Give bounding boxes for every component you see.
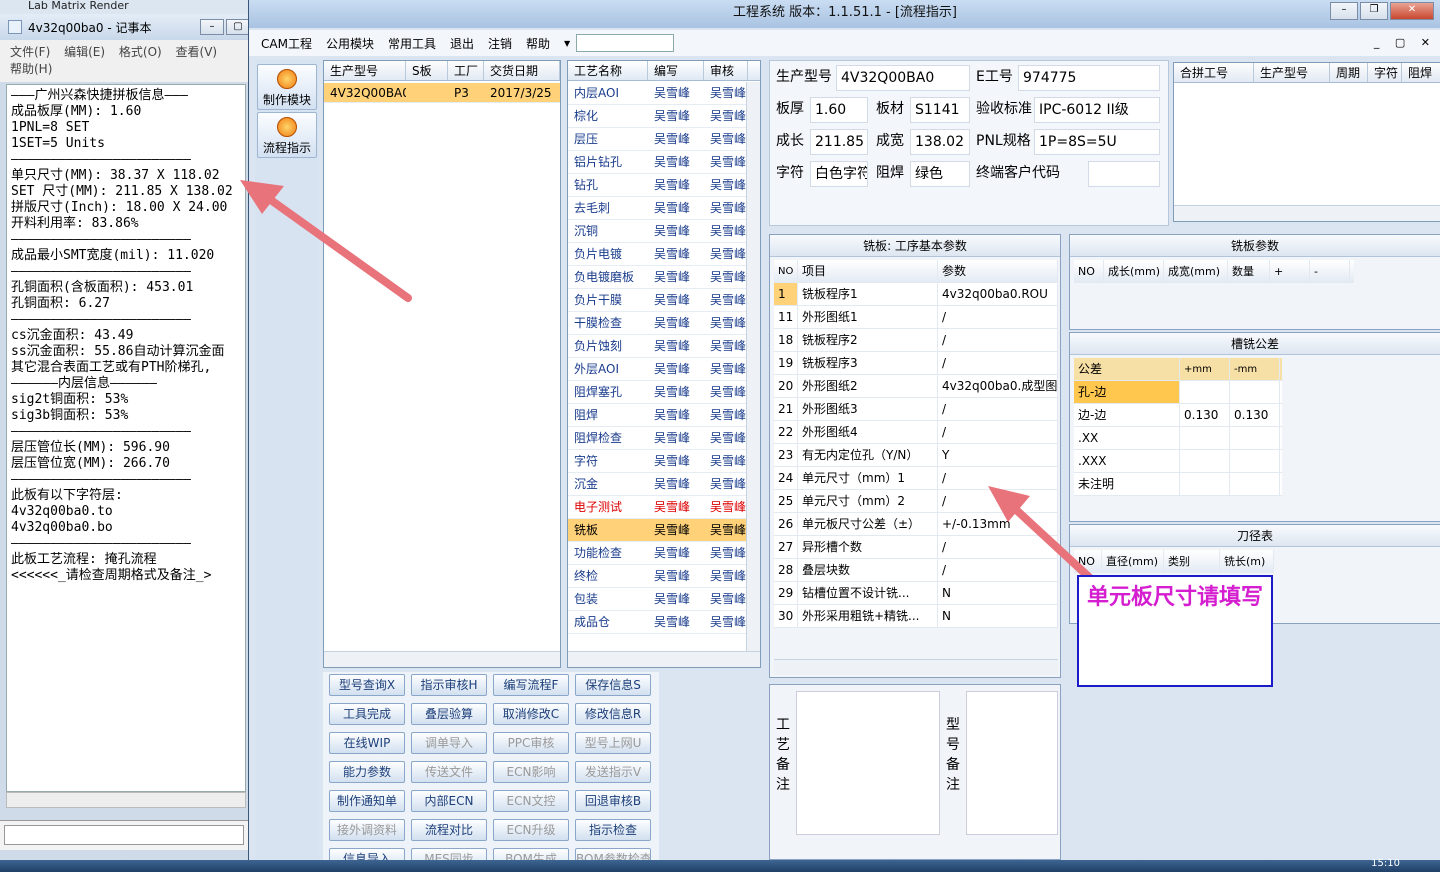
clock: 15:10: [1371, 858, 1400, 869]
arrow-line: [264, 194, 412, 302]
taskbar: 15:10: [0, 858, 1440, 872]
annotation-arrows: [240, 180, 1094, 582]
arrow-line: [1008, 502, 1094, 582]
annotation-callout: 单元板尺寸请填写: [1077, 575, 1273, 687]
